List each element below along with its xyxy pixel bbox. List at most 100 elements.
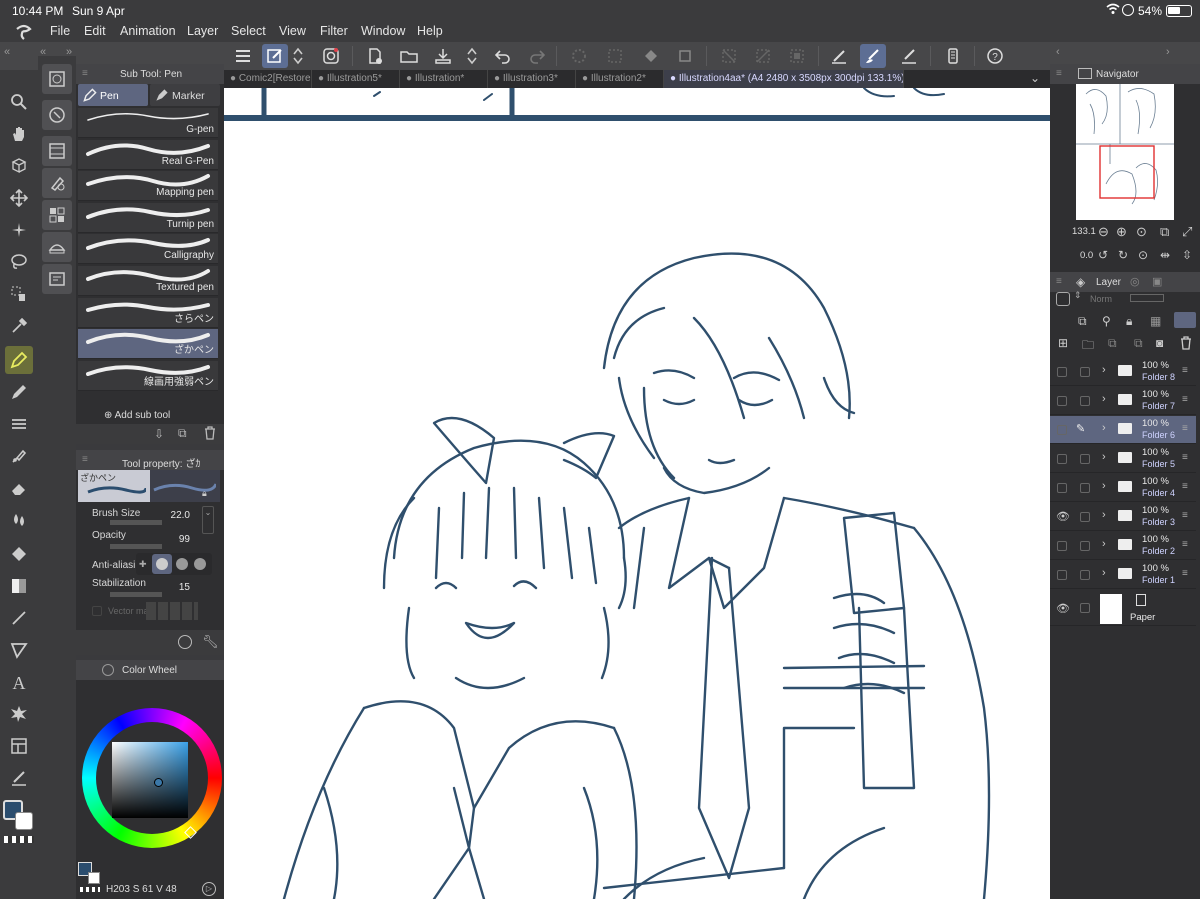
smartphone-icon[interactable] <box>940 44 966 68</box>
eyedropper-tool-icon[interactable] <box>5 312 33 340</box>
antialias-none-icon[interactable]: ✚ <box>139 559 147 570</box>
layer-row-paper[interactable]: 👁︎ Paper <box>1050 590 1196 626</box>
mask-layer-icon[interactable] <box>1174 312 1196 328</box>
clip-layer-icon[interactable]: ⧉ <box>1078 314 1087 329</box>
edit-checkbox[interactable] <box>1080 454 1090 464</box>
color-picker-cursor[interactable] <box>154 778 163 787</box>
material-panel-icon[interactable] <box>42 64 72 94</box>
paper-select-checkbox[interactable] <box>1080 603 1090 613</box>
navigator-tab-icon[interactable] <box>1078 68 1092 79</box>
frame-border-tool-icon[interactable] <box>5 636 33 664</box>
brush-item[interactable]: ざかペン <box>78 329 218 360</box>
history-panel-icon[interactable] <box>42 264 72 294</box>
layer-property-icon[interactable] <box>42 200 72 230</box>
pen-ink-icon[interactable] <box>896 44 922 68</box>
layer-row[interactable]: › 100 % Folder 8 ≡ <box>1050 358 1196 386</box>
menu-hamburger-icon[interactable] <box>230 44 256 68</box>
wrench-icon[interactable]: 🔧︎ <box>202 634 219 650</box>
edit-checkbox[interactable] <box>1080 367 1090 377</box>
save-icon[interactable] <box>430 44 456 68</box>
tab-illustration3[interactable]: ● Illustration3* <box>488 70 576 88</box>
brush-item[interactable]: さらペン <box>78 297 218 328</box>
brush-item[interactable]: Textured pen <box>78 266 218 296</box>
blend-updown-icon[interactable]: ⇕ <box>1074 290 1082 301</box>
panel-menu-icon[interactable]: ≡ <box>1056 68 1062 79</box>
duplicate-layer-icon[interactable]: ⧉ <box>1134 336 1143 351</box>
invert-selection-icon[interactable] <box>750 44 776 68</box>
layer-mask-icon[interactable]: ◙ <box>1156 336 1163 350</box>
visibility-checkbox[interactable] <box>1057 483 1067 493</box>
pencil-tool-icon[interactable] <box>5 378 33 406</box>
menu-layer[interactable]: Layer <box>187 24 218 38</box>
layer-handle-icon[interactable]: ≡ <box>1182 510 1188 521</box>
edit-checkbox[interactable] <box>1080 396 1090 406</box>
edit-checkbox[interactable] <box>1080 512 1090 522</box>
deselect-icon[interactable] <box>716 44 742 68</box>
collapse-right-icon[interactable]: ‹ <box>1056 46 1060 58</box>
delete-layer-icon[interactable] <box>1180 336 1192 353</box>
ruler-tool-icon[interactable] <box>5 764 33 792</box>
layer-property-tab-icon[interactable]: ◎ <box>1130 275 1140 288</box>
menu-animation[interactable]: Animation <box>120 24 176 38</box>
drawing-canvas[interactable] <box>224 88 1050 899</box>
transparent-color-icon[interactable] <box>4 836 34 843</box>
tab-illustration[interactable]: ● Illustration* <box>400 70 488 88</box>
edit-checkbox[interactable] <box>1080 570 1090 580</box>
selection-brush-icon[interactable] <box>5 280 33 308</box>
canvas-edit-icon[interactable] <box>262 44 288 68</box>
tab-illustration4aa[interactable]: ● Illustration4aa* (A4 2480 x 3508px 300… <box>664 70 904 88</box>
redo-icon[interactable] <box>524 44 550 68</box>
search-material-icon[interactable] <box>42 100 72 130</box>
opacity-slider[interactable] <box>110 544 162 549</box>
stabilization-value[interactable]: 15 <box>179 582 190 593</box>
correct-line-tool-icon[interactable] <box>5 732 33 760</box>
pen-tool-icon[interactable] <box>5 346 33 374</box>
brush-item[interactable]: Turnip pen <box>78 202 218 233</box>
sub-color-swatch[interactable] <box>15 812 33 830</box>
delete-subtool-icon[interactable] <box>204 426 216 443</box>
layer-row[interactable]: › 100 % Folder 7 ≡ <box>1050 387 1196 415</box>
clear-layer-icon[interactable] <box>602 44 628 68</box>
rotate-right-icon[interactable]: ↻ <box>1118 248 1128 262</box>
layer-handle-icon[interactable]: ≡ <box>1182 365 1188 376</box>
mini-sub-color[interactable] <box>88 872 100 884</box>
fill-tool-icon[interactable] <box>5 540 33 568</box>
new-file-icon[interactable] <box>362 44 388 68</box>
brush-item[interactable]: G-pen <box>78 108 218 138</box>
layer-handle-icon[interactable]: ≡ <box>1182 452 1188 463</box>
loading-icon[interactable] <box>566 44 592 68</box>
download-subtool-icon[interactable]: ⇩ <box>154 427 164 441</box>
tab-marker[interactable]: Marker <box>150 84 220 106</box>
lock-icon[interactable]: 🔒︎ <box>202 488 207 499</box>
expand-chevron-icon[interactable]: › <box>1102 567 1106 579</box>
color-wheel-tab-icon[interactable] <box>102 664 114 676</box>
antialias-weak-icon[interactable] <box>152 554 172 574</box>
visibility-checkbox[interactable] <box>1057 541 1067 551</box>
menu-filter[interactable]: Filter <box>320 24 348 38</box>
expand-chevron-icon[interactable]: › <box>1102 393 1106 405</box>
panel-menu-icon[interactable]: ≡ <box>82 454 88 465</box>
menu-window[interactable]: Window <box>361 24 405 38</box>
item-bank-icon[interactable] <box>42 232 72 262</box>
visibility-checkbox[interactable] <box>1057 396 1067 406</box>
layer-handle-icon[interactable]: ≡ <box>1182 539 1188 550</box>
sub-tool-detail-icon[interactable] <box>42 168 72 198</box>
visibility-checkbox[interactable] <box>1057 367 1067 377</box>
reset-tool-icon[interactable] <box>178 635 192 649</box>
layer-row[interactable]: › 100 % Folder 1 ≡ <box>1050 561 1196 589</box>
auto-select-tool-icon[interactable] <box>5 216 33 244</box>
antialias-strong-icon[interactable] <box>194 558 206 570</box>
layer-search-tab-icon[interactable]: ▣ <box>1152 275 1162 288</box>
panel-menu-icon[interactable]: ≡ <box>82 68 88 79</box>
new-raster-layer-icon[interactable]: ⊞ <box>1058 336 1068 350</box>
brush-size-dropdown-icon[interactable]: ⌄ <box>202 506 214 534</box>
brush-size-value[interactable]: 22.0 <box>171 510 190 521</box>
layer-color-icon[interactable] <box>1056 292 1070 306</box>
flip-horizontal-icon[interactable]: ⇹ <box>1160 248 1170 262</box>
vector-magnet-checkbox[interactable] <box>92 606 102 616</box>
lock-layer-icon[interactable]: 🔒︎ <box>1126 314 1132 329</box>
undo-icon[interactable] <box>490 44 516 68</box>
hand-tool-icon[interactable] <box>5 120 33 148</box>
operation-tool-icon[interactable] <box>5 152 33 180</box>
layer-handle-icon[interactable]: ≡ <box>1182 481 1188 492</box>
